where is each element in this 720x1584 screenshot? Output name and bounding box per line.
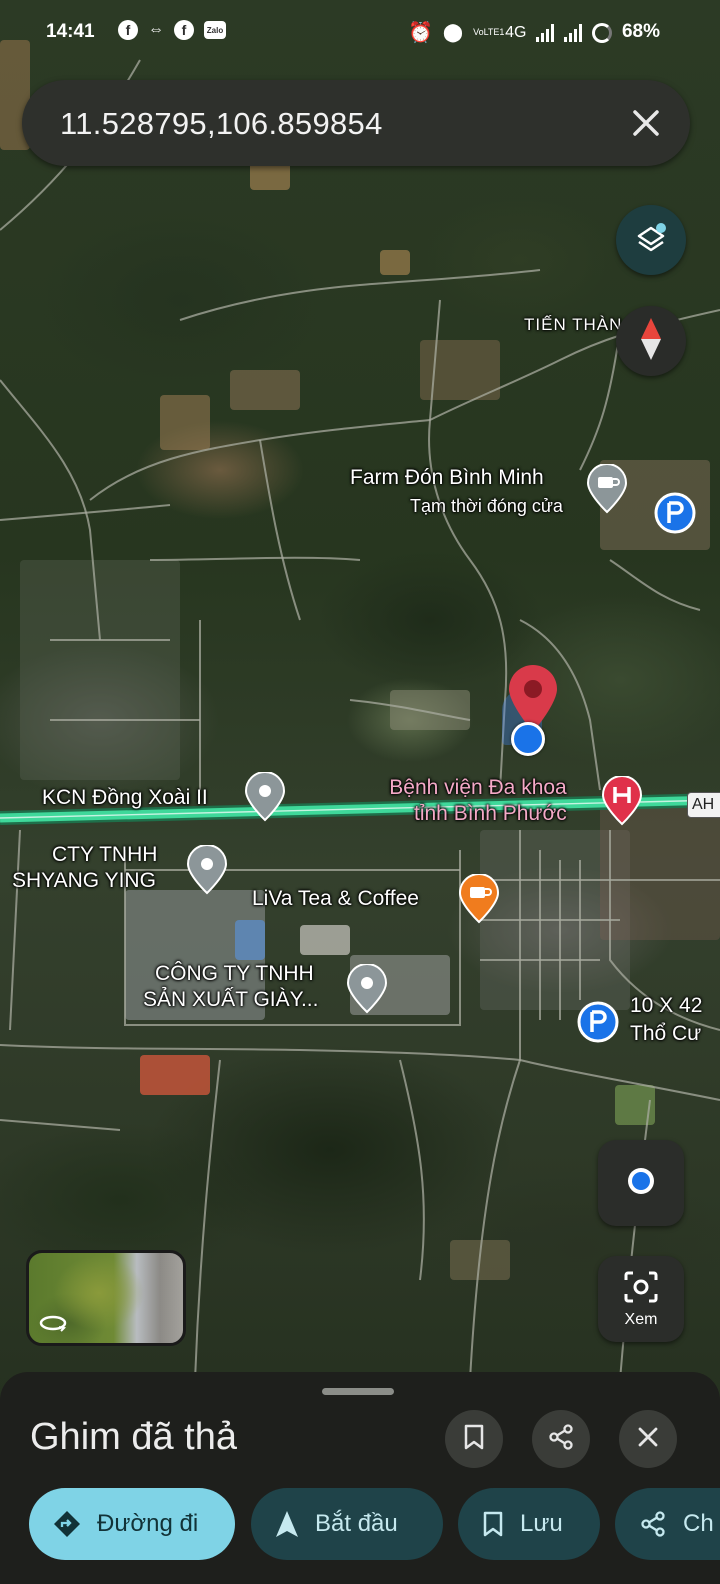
compass-button[interactable] bbox=[616, 306, 686, 376]
close-icon[interactable] bbox=[630, 107, 662, 139]
hospital-marker-icon[interactable] bbox=[601, 776, 643, 826]
start-navigation-button[interactable]: Bắt đầu bbox=[251, 1488, 443, 1560]
poi-label-shyang-ying[interactable]: CTY TNHH SHYANG YING bbox=[12, 843, 157, 893]
zalo-icon: Zalo bbox=[204, 21, 226, 39]
search-query[interactable]: 11.528795,106.859854 bbox=[60, 106, 383, 142]
poi-name-line2: SHYANG YING bbox=[12, 869, 156, 892]
signal-icon bbox=[536, 23, 555, 42]
alarm-icon: ⏰ bbox=[408, 22, 433, 44]
start-label: Bắt đầu bbox=[315, 1510, 398, 1537]
my-location-dot bbox=[511, 722, 545, 756]
place-bottom-sheet[interactable]: Ghim đã thả Đường đi Bắt đầu Lưu Ch bbox=[0, 1372, 720, 1584]
poi-name-line1: Bệnh viện Đa khoa bbox=[389, 776, 567, 799]
status-time: 14:41 bbox=[46, 21, 95, 42]
search-bar[interactable]: 11.528795,106.859854 bbox=[22, 80, 690, 166]
poi-name: Farm Đón Bình Minh bbox=[350, 466, 544, 489]
poi-name-line2: SẢN XUẤT GIÀY... bbox=[143, 988, 319, 1011]
location-icon: ⬤ bbox=[442, 22, 464, 42]
share-icon bbox=[547, 1423, 575, 1456]
facebook-icon: f bbox=[118, 20, 138, 40]
share-chip-button[interactable]: Ch bbox=[615, 1488, 720, 1560]
poi-name-line2: tỉnh Bình Phước bbox=[414, 802, 567, 825]
my-location-icon bbox=[625, 1165, 657, 1202]
save-label: Lưu bbox=[520, 1510, 563, 1537]
street-view-thumbnail[interactable] bbox=[26, 1250, 186, 1346]
facebook-icon: f bbox=[174, 20, 194, 40]
lens-label: Xem bbox=[624, 1311, 658, 1328]
share-button[interactable] bbox=[532, 1410, 590, 1468]
my-location-button[interactable] bbox=[598, 1140, 684, 1226]
camera-lens-icon bbox=[623, 1270, 659, 1309]
directions-icon bbox=[53, 1510, 81, 1538]
parking-marker-icon[interactable] bbox=[654, 492, 696, 542]
road-shield: AH bbox=[687, 792, 720, 818]
navigation-arrow-icon bbox=[275, 1510, 299, 1538]
rotate-360-icon bbox=[39, 1314, 67, 1337]
signal-icon bbox=[564, 23, 583, 42]
compass-icon bbox=[636, 316, 666, 367]
area-label-tien-thanh: TIẾN THÀN bbox=[524, 315, 623, 334]
poi-name-line2: Thổ Cư bbox=[630, 1022, 702, 1045]
bookmark-icon bbox=[463, 1424, 485, 1455]
system-icons: ⏰ ⬤ VoLTE1 4G bbox=[408, 20, 613, 45]
link-icon: ⇔ bbox=[148, 21, 164, 38]
sheet-title: Ghim đã thả bbox=[30, 1416, 237, 1458]
battery-percent: 68% bbox=[621, 21, 660, 42]
poi-label-hospital[interactable]: Bệnh viện Đa khoa tỉnh Bình Phước bbox=[388, 776, 567, 826]
status-bar: 14:41 f ⇔ f Zalo ⏰ ⬤ VoLTE1 4G 68% bbox=[0, 0, 720, 64]
directions-label: Đường đi bbox=[97, 1510, 199, 1537]
lens-button[interactable]: Xem bbox=[598, 1256, 684, 1342]
save-button[interactable]: Lưu bbox=[458, 1488, 600, 1560]
factory-marker-icon[interactable] bbox=[346, 964, 388, 1014]
zalo-label: Zalo bbox=[206, 25, 224, 35]
battery-icon bbox=[592, 22, 613, 43]
road-shield-label: AH bbox=[692, 796, 715, 813]
poi-label-giay[interactable]: CÔNG TY TNHH SẢN XUẤT GIÀY... bbox=[143, 962, 318, 1012]
save-bookmark-button[interactable] bbox=[445, 1410, 503, 1468]
layers-icon bbox=[633, 220, 669, 261]
cafe-marker-icon[interactable] bbox=[586, 464, 628, 514]
notification-icons: f ⇔ f Zalo bbox=[118, 20, 226, 40]
share-icon bbox=[639, 1510, 667, 1538]
industrial-marker-icon[interactable] bbox=[244, 772, 286, 822]
parking-marker-icon[interactable] bbox=[577, 1001, 619, 1051]
close-icon bbox=[637, 1426, 659, 1453]
poi-label-liva[interactable]: LiVa Tea & Coffee bbox=[252, 887, 419, 911]
company-marker-icon[interactable] bbox=[186, 845, 228, 895]
directions-button[interactable]: Đường đi bbox=[29, 1488, 235, 1560]
network-label: 4G bbox=[505, 23, 527, 41]
bookmark-icon bbox=[482, 1511, 504, 1537]
poi-label-farm[interactable]: Farm Đón Bình Minh Tạm thời đóng cửa bbox=[350, 466, 563, 518]
layers-button[interactable] bbox=[616, 205, 686, 275]
poi-label-parking[interactable]: 10 X 42 Thổ Cư bbox=[630, 994, 702, 1046]
poi-name-line1: CÔNG TY TNHH bbox=[155, 962, 314, 985]
volte-label: VoLTE1 bbox=[473, 27, 505, 37]
share-label: Ch bbox=[683, 1510, 714, 1537]
coffee-marker-icon[interactable] bbox=[458, 874, 500, 924]
map-view[interactable]: AH TIẾN THÀN Farm Đón Bình Minh Tạm thời… bbox=[0, 0, 720, 1584]
poi-name-line1: CTY TNHH bbox=[52, 843, 158, 866]
sheet-drag-handle[interactable] bbox=[322, 1388, 394, 1395]
close-sheet-button[interactable] bbox=[619, 1410, 677, 1468]
poi-name-line1: 10 X 42 bbox=[630, 994, 703, 1017]
poi-status: Tạm thời đóng cửa bbox=[410, 496, 563, 516]
poi-label-kcn[interactable]: KCN Đồng Xoài II bbox=[42, 786, 208, 810]
